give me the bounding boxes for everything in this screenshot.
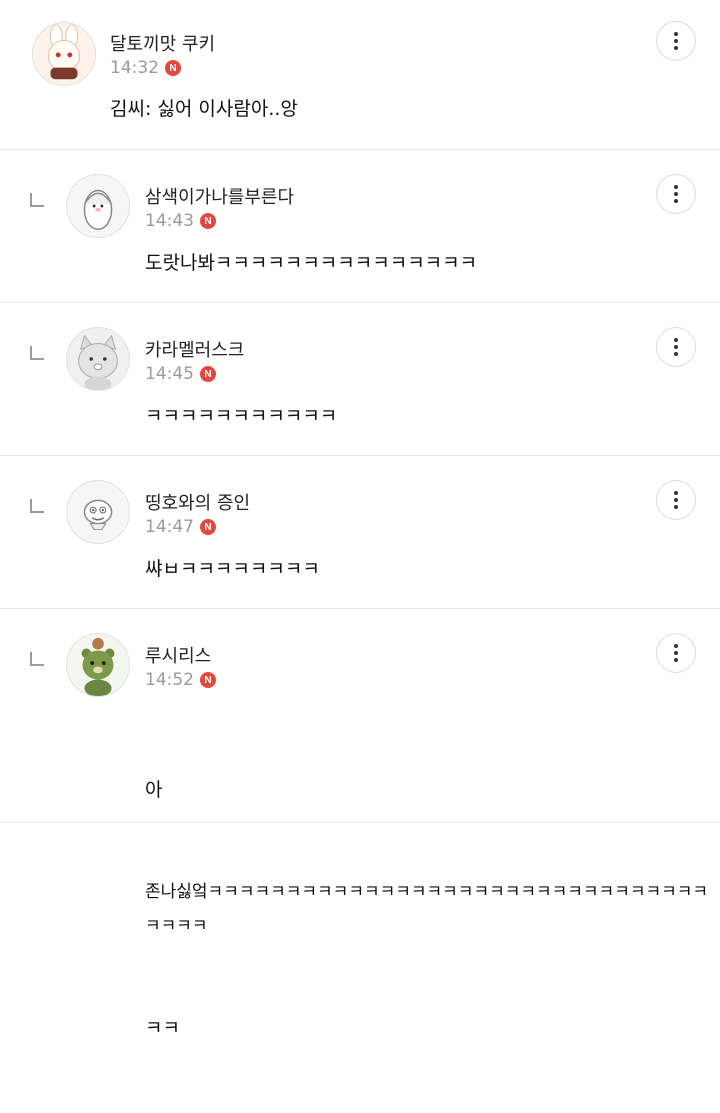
reply-arrow-icon (30, 652, 44, 666)
new-badge: N (165, 60, 181, 76)
author-nickname[interactable]: 띵호와의 증인 (145, 489, 250, 515)
more-options-button[interactable] (656, 480, 696, 520)
comment-time: 14:52 (145, 670, 194, 690)
reply-item: 삼색이가나를부른다 14:43 N 도랏나봐ㅋㅋㅋㅋㅋㅋㅋㅋㅋㅋㅋㅋㅋㅋㅋ (0, 150, 720, 303)
comment-time: 14:45 (145, 364, 194, 384)
reply-item: 띵호와의 증인 14:47 N 쌰ㅂㅋㅋㅋㅋㅋㅋㅋㅋ (0, 456, 720, 609)
comment-text: ㅋㅋㅋㅋㅋㅋㅋㅋㅋㅋㅋ (145, 399, 337, 433)
new-badge: N (200, 672, 216, 688)
comment-meta: 14:52 N (145, 670, 216, 690)
bear-avatar[interactable] (66, 633, 130, 697)
more-vertical-icon (674, 185, 678, 203)
comment-line: 김씨: 싫어 이사람아..앙 (110, 98, 298, 120)
comment-text: 도랏나봐ㅋㅋㅋㅋㅋㅋㅋㅋㅋㅋㅋㅋㅋㅋㅋ (145, 246, 477, 280)
new-badge: N (200, 519, 216, 535)
more-options-button[interactable] (656, 174, 696, 214)
author-nickname[interactable]: 카라멜러스크 (145, 336, 244, 362)
more-options-button[interactable] (656, 327, 696, 367)
comment-line: 존나싫엌ㅋㅋㅋㅋㅋㅋㅋㅋㅋㅋㅋㅋㅋㅋㅋㅋㅋㅋㅋㅋㅋㅋㅋㅋㅋㅋㅋㅋㅋㅋㅋㅋㅋㅋㅋㅋ (145, 882, 709, 936)
more-options-button[interactable] (656, 21, 696, 61)
author-nickname[interactable]: 달토끼맛 쿠키 (110, 30, 215, 56)
comment-time: 14:43 (145, 211, 194, 231)
reply-arrow-icon (30, 499, 44, 513)
comment-line: ㅋㅋㅋㅋㅋㅋㅋㅋㅋㅋㅋ (145, 405, 338, 427)
new-badge: N (200, 213, 216, 229)
more-vertical-icon (674, 644, 678, 662)
more-options-button[interactable] (656, 633, 696, 673)
comment-text: 김씨: 싫어 이사람아..앙 (110, 92, 298, 126)
comment-line: 쌰ㅂㅋㅋㅋㅋㅋㅋㅋㅋ (145, 558, 320, 580)
rabbit-cookie-avatar[interactable] (32, 22, 96, 86)
author-nickname[interactable]: 삼색이가나를부른다 (145, 183, 294, 209)
comment-item: 달토끼맛 쿠키 14:32 N 김씨: 싫어 이사람아..앙 (0, 0, 720, 150)
more-vertical-icon (674, 491, 678, 509)
comment-time: 14:47 (145, 517, 194, 537)
character-avatar[interactable] (66, 480, 130, 544)
more-vertical-icon (674, 32, 678, 50)
reply-item: 루시리스 14:52 N 아 존나싫엌ㅋㅋㅋㅋㅋㅋㅋㅋㅋㅋㅋㅋㅋㅋㅋㅋㅋㅋㅋㅋㅋ… (0, 609, 720, 1039)
comment-text: 아 존나싫엌ㅋㅋㅋㅋㅋㅋㅋㅋㅋㅋㅋㅋㅋㅋㅋㅋㅋㅋㅋㅋㅋㅋㅋㅋㅋㅋㅋㅋㅋㅋㅋㅋㅋㅋ… (145, 705, 720, 1113)
comment-line: ㅋㅋ (145, 1017, 180, 1039)
comment-meta: 14:43 N (145, 211, 216, 231)
comment-time: 14:32 (110, 58, 159, 78)
comment-meta: 14:47 N (145, 517, 216, 537)
more-vertical-icon (674, 338, 678, 356)
reply-arrow-icon (30, 346, 44, 360)
new-badge: N (200, 366, 216, 382)
author-nickname[interactable]: 루시리스 (145, 642, 211, 668)
comment-text: 쌰ㅂㅋㅋㅋㅋㅋㅋㅋㅋ (145, 552, 320, 586)
comment-meta: 14:32 N (110, 58, 181, 78)
comment-line: 아 (145, 779, 163, 801)
reply-arrow-icon (30, 193, 44, 207)
penguin-avatar[interactable] (66, 174, 130, 238)
reply-item: 카라멜러스크 14:45 N ㅋㅋㅋㅋㅋㅋㅋㅋㅋㅋㅋ (0, 303, 720, 456)
cat-avatar[interactable] (66, 327, 130, 391)
comment-line: 도랏나봐ㅋㅋㅋㅋㅋㅋㅋㅋㅋㅋㅋㅋㅋㅋㅋ (145, 252, 478, 274)
comment-meta: 14:45 N (145, 364, 216, 384)
